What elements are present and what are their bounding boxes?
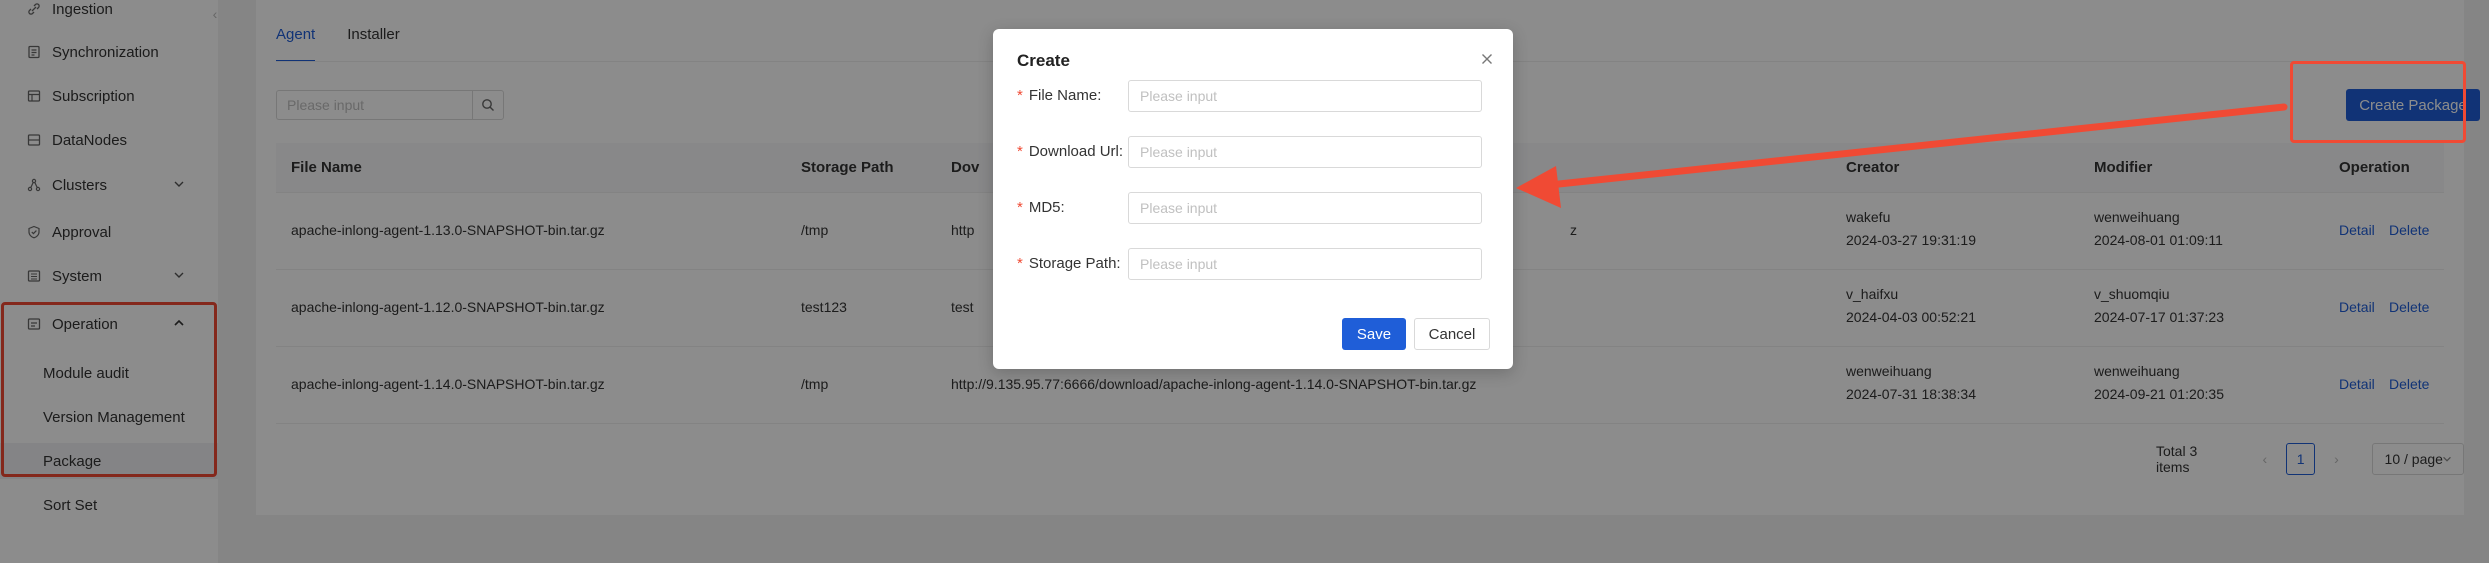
file-name-label: * File Name:: [1017, 87, 1102, 104]
download-url-label: * Download Url:: [1017, 143, 1124, 160]
storage-path-input[interactable]: [1128, 248, 1482, 280]
create-modal: Create *File Name: *Download Url: *MD5: …: [993, 29, 1513, 369]
download-url-input[interactable]: [1128, 136, 1482, 168]
modal-title: Create: [1017, 51, 1070, 70]
required-mark: *: [1017, 255, 1023, 272]
required-mark: *: [1017, 199, 1023, 216]
file-name-row: * File Name:: [1017, 80, 1489, 112]
md5-label: * MD5:: [1017, 199, 1065, 216]
save-button[interactable]: Save: [1342, 318, 1406, 350]
download-url-row: * Download Url:: [1017, 136, 1489, 168]
md5-input[interactable]: [1128, 192, 1482, 224]
storage-path-row: * Storage Path:: [1017, 248, 1489, 280]
close-icon[interactable]: [1477, 49, 1497, 69]
required-mark: *: [1017, 143, 1023, 160]
storage-path-label: * Storage Path:: [1017, 255, 1121, 272]
annotation-highlight-box: [2290, 61, 2466, 143]
cancel-button[interactable]: Cancel: [1414, 318, 1490, 350]
md5-row: * MD5:: [1017, 192, 1489, 224]
required-mark: *: [1017, 87, 1023, 104]
file-name-input[interactable]: [1128, 80, 1482, 112]
